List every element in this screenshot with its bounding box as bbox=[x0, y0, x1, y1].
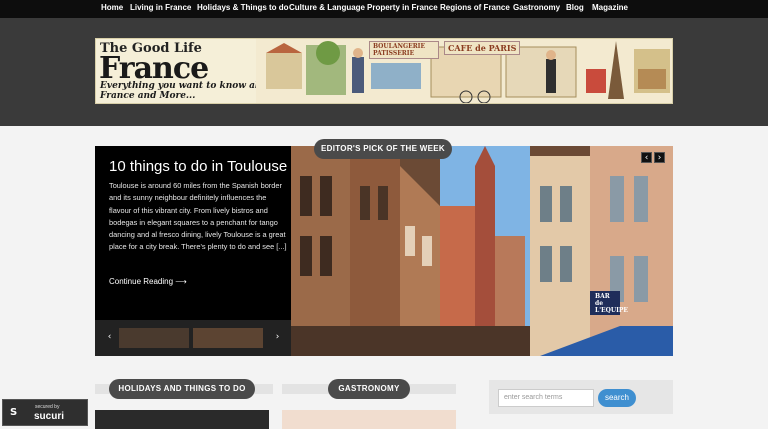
thumbs-prev-button[interactable]: ‹ bbox=[104, 332, 115, 343]
featured-photo[interactable] bbox=[290, 146, 673, 356]
badge-caption: secured by bbox=[35, 404, 60, 410]
thumbnail-2[interactable] bbox=[193, 328, 263, 348]
sucuri-logo-icon: S bbox=[10, 407, 18, 418]
nav-item-culture[interactable]: Culture & Language bbox=[289, 3, 365, 12]
section-title-gastronomy[interactable]: GASTRONOMY bbox=[328, 379, 410, 399]
continue-reading-link[interactable]: Continue Reading ⟶ bbox=[109, 277, 187, 286]
thumbs-next-button[interactable]: › bbox=[272, 332, 283, 343]
slider-thumbnails bbox=[95, 320, 291, 356]
nav-item-property[interactable]: Property in France bbox=[367, 3, 438, 12]
nav-item-magazine[interactable]: Magazine bbox=[592, 3, 628, 12]
nav-item-gastronomy[interactable]: Gastronomy bbox=[513, 3, 560, 12]
search-button[interactable]: search bbox=[598, 389, 636, 407]
site-banner-logo[interactable]: The Good Life France Everything you want… bbox=[95, 38, 673, 104]
banner-sign-boulangerie: BOULANGERIE PATISSERIE bbox=[369, 41, 439, 59]
nav-item-holidays[interactable]: Holidays & Things to do bbox=[197, 3, 289, 12]
search-input[interactable]: enter search terms bbox=[498, 389, 594, 407]
gastronomy-article-thumbnail[interactable] bbox=[282, 410, 456, 429]
banner-sign-cafe: CAFE de PARIS bbox=[444, 41, 521, 55]
shop-sign-bar: BAR de L'EQUIPE bbox=[592, 292, 628, 315]
thumbnail-1[interactable] bbox=[119, 328, 189, 348]
nav-item-living-in-france[interactable]: Living in France bbox=[130, 3, 191, 12]
featured-excerpt: Toulouse is around 60 miles from the Spa… bbox=[109, 181, 287, 252]
top-navigation: Home Living in France Holidays & Things … bbox=[0, 0, 768, 18]
holidays-article-thumbnail[interactable] bbox=[95, 410, 269, 429]
badge-brand: sucuri bbox=[34, 411, 65, 422]
section-title-holidays[interactable]: HOLIDAYS AND THINGS TO DO bbox=[109, 379, 255, 399]
nav-item-home[interactable]: Home bbox=[101, 3, 123, 12]
chevron-right-icon[interactable]: › bbox=[654, 152, 665, 163]
chevron-left-icon[interactable]: ‹ bbox=[641, 152, 652, 163]
sucuri-security-badge[interactable]: S secured by sucuri bbox=[2, 399, 88, 426]
featured-title[interactable]: 10 things to do in Toulouse bbox=[109, 158, 287, 175]
editors-pick-badge: EDITOR'S PICK OF THE WEEK bbox=[314, 139, 452, 159]
nav-item-blog[interactable]: Blog bbox=[566, 3, 584, 12]
nav-item-regions[interactable]: Regions of France bbox=[440, 3, 510, 12]
